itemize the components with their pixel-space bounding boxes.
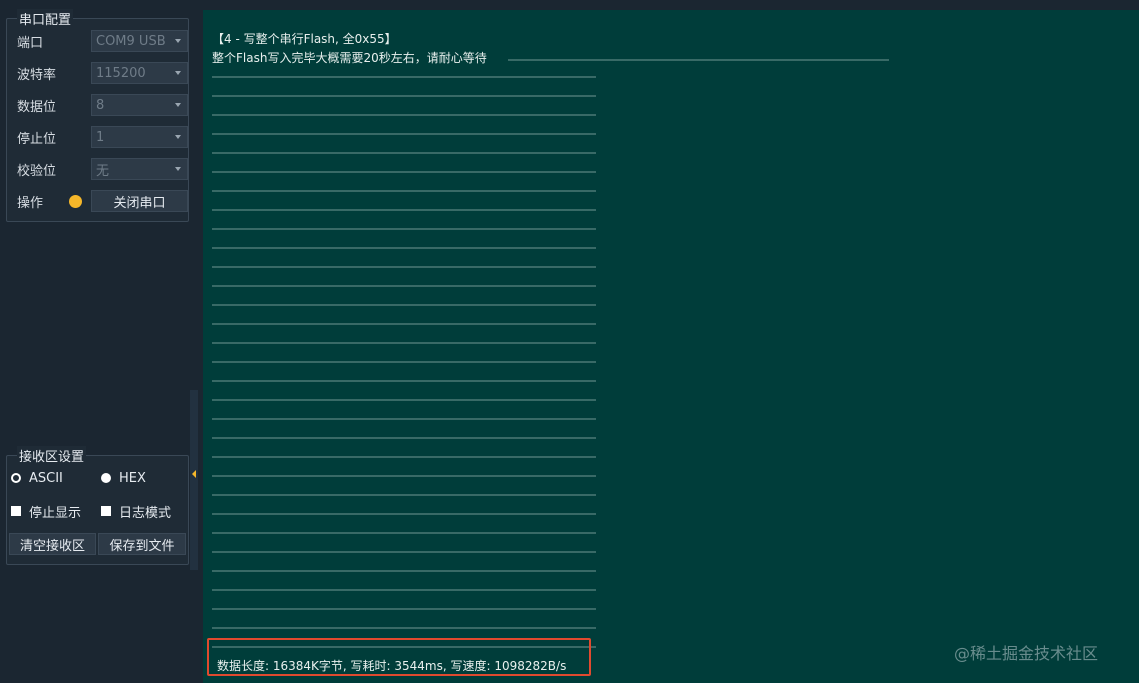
progress-dot-row (212, 608, 596, 610)
progress-dot-row (212, 209, 596, 211)
clear-rx-button[interactable]: 清空接收区 (9, 533, 96, 555)
progress-dot-row (212, 152, 596, 154)
chevron-down-icon (175, 103, 181, 107)
panel-splitter[interactable] (190, 390, 198, 570)
stopbits-row: 停止位 1 (17, 126, 188, 148)
checkbox-icon (11, 506, 21, 516)
operation-row: 操作 关闭串口 (17, 190, 188, 212)
databits-row: 数据位 8 (17, 94, 188, 116)
chevron-down-icon (175, 135, 181, 139)
baud-select[interactable]: 115200 (91, 62, 188, 84)
stopbits-select[interactable]: 1 (91, 126, 188, 148)
radio-off-icon (11, 473, 21, 483)
databits-label: 数据位 (17, 99, 57, 115)
port-select[interactable]: COM9 USB (91, 30, 188, 52)
progress-dots (508, 59, 889, 61)
rx-settings-title: 接收区设置 (17, 446, 87, 465)
chevron-down-icon (175, 39, 181, 43)
progress-dot-row (212, 342, 596, 344)
collapse-arrow-icon[interactable] (192, 470, 196, 478)
parity-row: 校验位 无 (17, 158, 188, 180)
progress-dot-row (212, 551, 596, 553)
stopbits-select-value: 1 (96, 129, 105, 145)
stopbits-label: 停止位 (17, 131, 57, 147)
terminal-header-line: 【4 - 写整个串行Flash, 全0x55】 (212, 32, 397, 46)
progress-dot-row (212, 361, 596, 363)
baud-label: 波特率 (17, 67, 57, 83)
progress-dot-row (212, 532, 596, 534)
progress-dot-row (212, 589, 596, 591)
port-select-value: COM9 USB (96, 33, 166, 49)
progress-dot-row (212, 323, 596, 325)
port-row: 端口 COM9 USB (17, 30, 188, 52)
baud-select-value: 115200 (96, 65, 146, 81)
parity-select[interactable]: 无 (91, 158, 188, 180)
receive-text-area[interactable]: 【4 - 写整个串行Flash, 全0x55】 整个Flash写入完毕大概需要2… (203, 10, 1139, 683)
progress-dot-row (212, 304, 596, 306)
parity-label: 校验位 (17, 163, 57, 179)
stats-highlight-box: 数据长度: 16384K字节, 写耗时: 3544ms, 写速度: 109828… (207, 638, 591, 676)
checkbox-icon (101, 506, 111, 516)
serial-assistant-window: 串口配置 端口 COM9 USB 波特率 115200 数据位 8 停止位 1 … (0, 0, 1139, 683)
databits-select-value: 8 (96, 97, 105, 113)
save-to-file-button[interactable]: 保存到文件 (98, 533, 186, 555)
progress-dot-row (212, 114, 596, 116)
progress-dot-row (212, 247, 596, 249)
progress-dot-row (212, 475, 596, 477)
port-label: 端口 (17, 35, 44, 51)
ascii-radio-label: ASCII (29, 470, 63, 486)
chevron-down-icon (175, 167, 181, 171)
stats-line: 数据长度: 16384K字节, 写耗时: 3544ms, 写速度: 109828… (217, 659, 567, 673)
parity-select-value: 无 (96, 163, 110, 179)
serial-config-title: 串口配置 (17, 9, 74, 28)
progress-dot-row (212, 570, 596, 572)
progress-dot-row (212, 266, 596, 268)
rx-settings-group: 接收区设置 ASCII HEX 停止显示 日志模式 清空接收区 保存到文件 (6, 446, 189, 565)
hex-radio-label: HEX (119, 470, 146, 486)
progress-dot-row (212, 228, 596, 230)
ascii-radio[interactable]: ASCII (11, 469, 63, 487)
progress-dot-row (212, 399, 596, 401)
terminal-info-line: 整个Flash写入完毕大概需要20秒左右，请耐心等待 (212, 51, 487, 65)
progress-dot-row (212, 627, 596, 629)
radio-on-icon (101, 473, 111, 483)
progress-dot-row (212, 418, 596, 420)
progress-dot-row (212, 133, 596, 135)
baud-row: 波特率 115200 (17, 62, 188, 84)
progress-dot-row (212, 285, 596, 287)
stop-display-checkbox[interactable]: 停止显示 (11, 502, 82, 521)
progress-dot-row (212, 494, 596, 496)
close-port-button[interactable]: 关闭串口 (91, 190, 188, 212)
progress-dot-row (212, 76, 596, 78)
hex-radio[interactable]: HEX (101, 469, 146, 487)
stop-display-label: 停止显示 (29, 505, 82, 521)
progress-dot-row (212, 171, 596, 173)
databits-select[interactable]: 8 (91, 94, 188, 116)
progress-dot-row (212, 437, 596, 439)
progress-dot-row (212, 190, 596, 192)
progress-dot-row (212, 380, 596, 382)
serial-config-group: 串口配置 端口 COM9 USB 波特率 115200 数据位 8 停止位 1 … (6, 9, 189, 222)
progress-dot-row (212, 513, 596, 515)
port-status-indicator (69, 195, 82, 208)
log-mode-label: 日志模式 (119, 505, 172, 521)
log-mode-checkbox[interactable]: 日志模式 (101, 502, 172, 521)
progress-dot-row (212, 456, 596, 458)
chevron-down-icon (175, 71, 181, 75)
watermark: @稀土掘金技术社区 (954, 644, 1099, 663)
progress-dot-row (212, 95, 596, 97)
